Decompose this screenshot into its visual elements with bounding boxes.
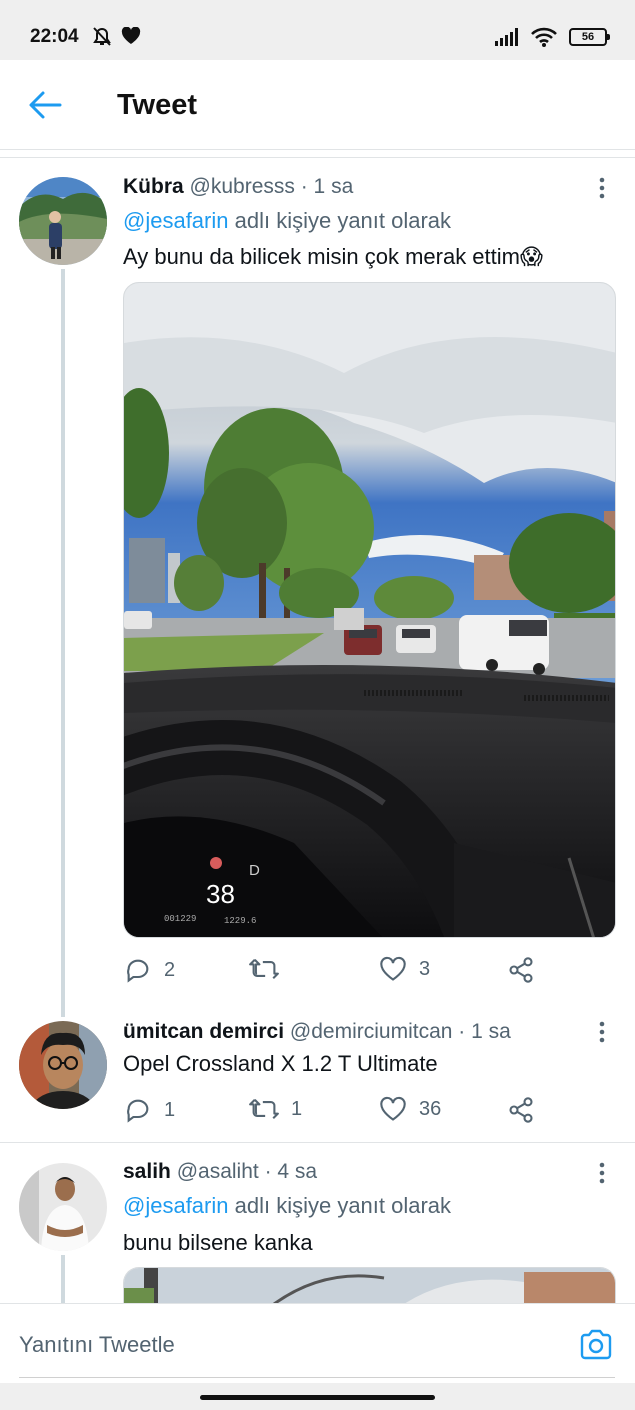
author-handle[interactable]: @kubresss <box>190 175 295 198</box>
reply-button[interactable]: 2 <box>124 956 175 984</box>
author-name[interactable]: ümitcan demirci <box>123 1020 284 1043</box>
reply-context-suffix: adlı kişiye yanıt olarak <box>228 208 452 233</box>
retweet-icon <box>249 1099 279 1119</box>
tweet-actions: 1 1 36 <box>124 1096 544 1126</box>
like-count: 3 <box>419 957 431 980</box>
avatar[interactable] <box>19 177 107 265</box>
heart-icon <box>380 956 406 981</box>
status-notifications <box>91 27 141 47</box>
home-gesture-bar[interactable] <box>200 1395 435 1400</box>
tweet-header: salih @asaliht · 4 sa <box>123 1160 317 1184</box>
author-name[interactable]: salih <box>123 1160 171 1183</box>
reply-icon <box>127 1099 149 1123</box>
retweet-button[interactable]: 1 <box>249 1096 302 1122</box>
tweet-time: · 1 sa <box>300 175 354 198</box>
heart-icon <box>380 1096 406 1121</box>
tweet-time: · 4 sa <box>264 1160 318 1183</box>
share-icon <box>509 1097 533 1123</box>
thread-line <box>61 1255 65 1303</box>
like-count: 36 <box>419 1097 442 1120</box>
reply-context: @jesafarin adlı kişiye yanıt olarak <box>123 1193 451 1219</box>
more-vertical-icon[interactable] <box>599 177 605 199</box>
compose-underline <box>19 1377 615 1378</box>
tweet-text: Ay bunu da bilicek misin çok merak ettim… <box>123 244 543 269</box>
tweet-text: Opel Crossland X 1.2 T Ultimate <box>123 1051 438 1076</box>
share-icon <box>509 957 533 983</box>
author-handle[interactable]: @demirciumitcan <box>290 1020 453 1043</box>
divider <box>0 1142 635 1143</box>
battery-indicator: 56 <box>569 28 610 46</box>
avatar[interactable] <box>19 1163 107 1251</box>
avatar[interactable] <box>19 1021 107 1109</box>
tweet-text: bunu bilsene kanka <box>123 1230 313 1255</box>
reply-icon <box>127 959 149 983</box>
more-vertical-icon[interactable] <box>599 1162 605 1184</box>
like-button[interactable]: 3 <box>379 956 430 982</box>
muted-bell-icon <box>93 27 111 46</box>
arrow-left-icon[interactable] <box>28 90 62 120</box>
app-bar: Tweet <box>0 60 635 150</box>
reply-mention-link[interactable]: @jesafarin <box>123 1193 229 1218</box>
like-button[interactable]: 36 <box>379 1096 441 1122</box>
status-system-icons: 56 <box>495 27 610 47</box>
tweet-media-photo[interactable] <box>123 1267 616 1303</box>
reply-count: 1 <box>164 1098 176 1121</box>
divider <box>0 157 635 158</box>
page-title: Tweet <box>117 89 198 121</box>
retweet-count: 1 <box>291 1097 303 1120</box>
tweet-header: Kübra @kubresss · 1 sa <box>123 175 353 199</box>
retweet-button[interactable] <box>249 956 291 982</box>
trip-reading: 1229.6 <box>224 916 256 926</box>
reply-count: 2 <box>164 958 176 981</box>
more-vertical-icon[interactable] <box>599 1021 605 1043</box>
reply-composer: Yanıtını Tweetle <box>0 1303 635 1383</box>
reply-button[interactable]: 1 <box>124 1096 175 1124</box>
heart-status-icon <box>121 27 141 44</box>
author-handle[interactable]: @asaliht <box>177 1160 259 1183</box>
retweet-icon <box>249 959 279 979</box>
system-nav-bar <box>0 1383 635 1410</box>
signal-icon <box>495 28 518 46</box>
gear-indicator: D <box>249 862 260 879</box>
thread-line <box>61 269 65 1017</box>
tweet-time: · 1 sa <box>458 1020 511 1043</box>
author-name[interactable]: Kübra <box>123 175 184 198</box>
reply-mention-link[interactable]: @jesafarin <box>123 208 229 233</box>
status-bar: 22:04 56 <box>0 0 635 60</box>
reply-context: @jesafarin adlı kişiye yanıt olarak <box>123 208 451 234</box>
wifi-icon <box>531 27 557 47</box>
tweet-actions: 2 3 <box>124 956 544 986</box>
compose-reply-input[interactable]: Yanıtını Tweetle <box>19 1332 175 1358</box>
odometer-reading: 001229 <box>164 914 196 924</box>
status-time: 22:04 <box>30 26 79 47</box>
tweet-media-photo[interactable]: 38 D 001229 1229.6 <box>123 282 616 938</box>
reply-context-suffix: adlı kişiye yanıt olarak <box>228 1193 452 1218</box>
tweet-header: ümitcan demirci @demirciumitcan · 1 sa <box>123 1020 511 1044</box>
share-button[interactable] <box>507 956 535 984</box>
share-button[interactable] <box>507 1096 535 1124</box>
camera-icon[interactable] <box>579 1328 613 1362</box>
speedometer-reading: 38 <box>206 879 235 909</box>
